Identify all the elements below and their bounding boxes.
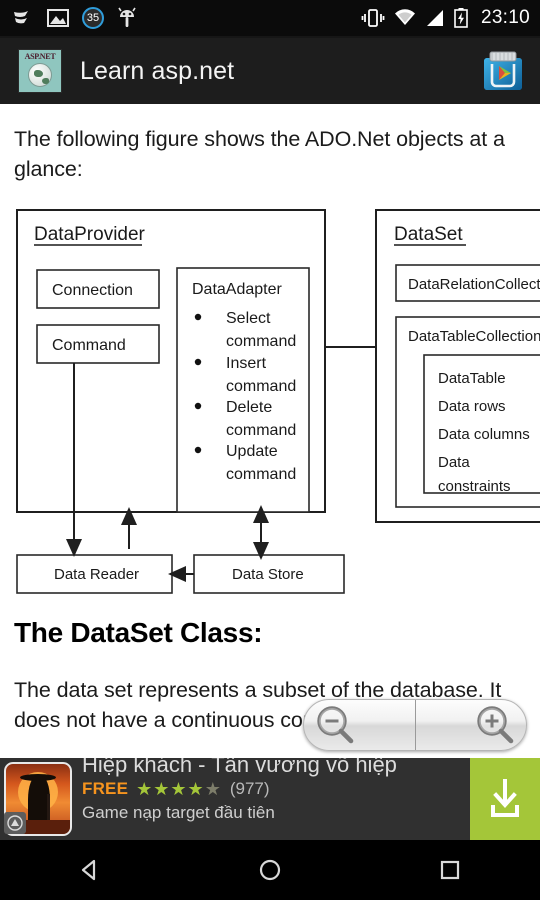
vibrate-icon [361, 9, 385, 27]
page-heading: The DataSet Class: [14, 617, 263, 648]
app-logo-icon: ASP.NET [18, 49, 62, 93]
svg-text:DataTableCollection: DataTableCollection [408, 328, 540, 345]
svg-text:Data Store: Data Store [232, 566, 304, 583]
svg-text:DataAdapter: DataAdapter [192, 281, 283, 298]
ad-title: Hiệp khách - Tân vương võ hiệp [82, 758, 397, 777]
svg-text:command: command [226, 333, 296, 350]
ad-text-block: Hiệp khách - Tân vương võ hiệp FREE ★★★★… [76, 758, 470, 840]
zoom-in-icon [477, 706, 514, 744]
ad-install-button[interactable] [470, 758, 540, 840]
svg-text:Select: Select [226, 310, 271, 327]
svg-text:Command: Command [52, 337, 126, 354]
nav-recents-button[interactable] [405, 840, 495, 900]
ad-rating-half-star: ★ [204, 779, 222, 799]
intro-paragraph: The following figure shows the ADO.Net o… [14, 127, 505, 181]
ad-price-label: FREE [82, 779, 129, 798]
svg-text:Data Reader: Data Reader [54, 566, 139, 583]
svg-text:Connection: Connection [52, 282, 133, 299]
action-bar: ASP.NET Learn asp.net [0, 38, 540, 104]
svg-text:constraints: constraints [438, 478, 511, 495]
recents-icon [440, 860, 460, 880]
status-bar-clock: 23:10 [480, 7, 530, 28]
battery-charging-icon [454, 8, 468, 28]
ad-subtitle: Game nạp target đầu tiên [82, 803, 275, 822]
android-navigation-bar [0, 840, 540, 900]
svg-text:Data rows: Data rows [438, 398, 506, 415]
svg-text:DataTable: DataTable [438, 370, 506, 387]
adonet-objects-diagram: DataProvider Connection Command DataAdap… [14, 207, 540, 617]
svg-text:command: command [226, 378, 296, 395]
zoom-out-button[interactable] [304, 700, 415, 750]
zoom-out-icon [317, 706, 354, 744]
play-store-icon[interactable] [478, 46, 528, 96]
svg-text:DataSet: DataSet [394, 224, 463, 245]
ad-banner[interactable]: Hiệp khách - Tân vương võ hiệp FREE ★★★★… [0, 758, 540, 840]
android-bug-icon [118, 7, 136, 27]
svg-text:Data: Data [438, 454, 470, 471]
svg-text:Insert: Insert [226, 355, 267, 372]
svg-text:command: command [226, 422, 296, 439]
home-icon [259, 859, 281, 881]
svg-text:Data columns: Data columns [438, 426, 530, 443]
webview-zoom-controls[interactable] [303, 699, 527, 751]
ad-meta-row: FREE ★★★★ ★ (977) [82, 779, 464, 799]
download-icon [491, 779, 519, 817]
ad-rating-stars: ★★★★ [136, 779, 205, 799]
svg-text:DataProvider: DataProvider [34, 224, 146, 245]
svg-text:command: command [226, 466, 296, 483]
swipe-gesture-icon [14, 11, 28, 24]
svg-text:Delete: Delete [226, 399, 272, 416]
back-icon [81, 859, 96, 881]
nav-back-button[interactable] [45, 840, 135, 900]
ad-icon-wrapper [0, 758, 76, 840]
adchoices-icon[interactable] [4, 812, 26, 834]
diagram-svg: DataProvider Connection Command DataAdap… [16, 209, 540, 594]
globe-icon [28, 63, 52, 87]
badge-value: 35 [86, 12, 100, 24]
cell-signal-icon [426, 10, 443, 26]
aspnet-wordmark: ASP.NET [24, 52, 56, 61]
image-icon [47, 9, 69, 27]
ad-rating-count: (977) [229, 779, 270, 798]
svg-text:DataRelationCollectio: DataRelationCollectio [408, 276, 540, 293]
wifi-icon [394, 9, 415, 25]
status-bar-right-icons: 23:10 [361, 7, 530, 29]
zoom-in-button[interactable] [415, 700, 526, 750]
android-screen: 35 23:10 ASP.NET Learn asp.net The follo… [0, 0, 540, 900]
battery-saver-35-badge: 35 [82, 7, 104, 29]
svg-text:Update: Update [226, 443, 278, 460]
app-title: Learn asp.net [80, 56, 235, 85]
nav-home-button[interactable] [225, 840, 315, 900]
status-bar-left-icons: 35 [12, 7, 137, 29]
status-bar: 35 23:10 [0, 0, 540, 36]
webview-content[interactable]: The following figure shows the ADO.Net o… [0, 104, 540, 758]
